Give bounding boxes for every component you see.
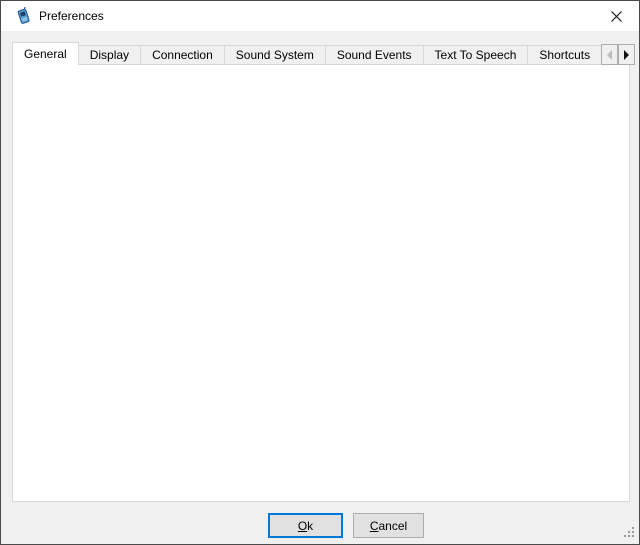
scroll-right-icon [624, 50, 629, 60]
tab-scroll-right-button[interactable] [618, 44, 635, 65]
scroll-left-icon [607, 50, 612, 60]
tab-sound-events[interactable]: Sound Events [325, 45, 424, 65]
ok-button-mnemonic: O [298, 519, 307, 533]
tab-display[interactable]: Display [78, 45, 141, 65]
resize-grip-icon [624, 527, 635, 538]
window-title: Preferences [39, 1, 104, 31]
close-button[interactable] [594, 1, 639, 31]
cancel-button-label: ancel [378, 519, 407, 533]
tab-connection[interactable]: Connection [140, 45, 225, 65]
general-tab-pane [12, 64, 630, 502]
preferences-dialog: Preferences General Display Connection S… [0, 0, 640, 545]
resize-grip[interactable] [624, 527, 635, 541]
teamtalk-app-icon[interactable] [14, 7, 32, 25]
ok-button-label: k [307, 519, 313, 533]
cancel-button[interactable]: Cancel [353, 513, 424, 538]
ok-button[interactable]: Ok [268, 513, 343, 538]
tab-shortcuts[interactable]: Shortcuts [527, 45, 602, 65]
tab-scroll-left-button[interactable] [601, 44, 618, 65]
tab-bar: General Display Connection Sound System … [12, 42, 634, 65]
title-bar: Preferences [1, 1, 639, 31]
tab-text-to-speech[interactable]: Text To Speech [423, 45, 529, 65]
tab-general[interactable]: General [12, 42, 79, 65]
close-icon [611, 11, 622, 22]
tab-sound-system[interactable]: Sound System [224, 45, 326, 65]
